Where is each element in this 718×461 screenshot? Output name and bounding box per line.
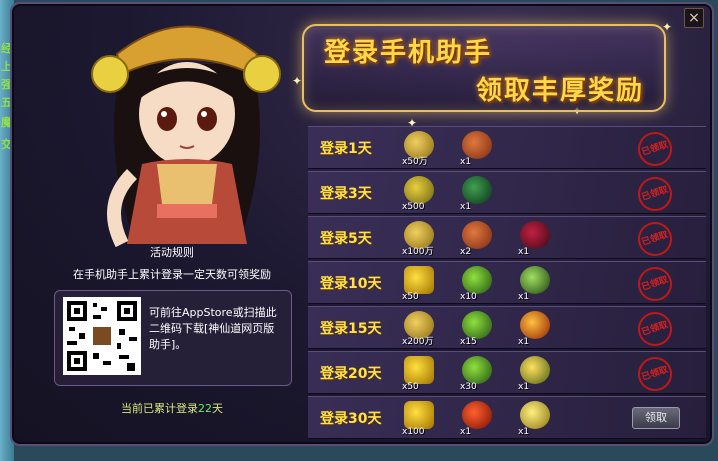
- reward-day-label: 登录1天: [320, 141, 372, 157]
- promo-banner: 登录手机助手 领取丰厚奖励: [302, 24, 666, 112]
- qr-code-icon: [63, 297, 141, 375]
- coin-icon[interactable]: x50万: [402, 131, 436, 167]
- banner-line-2: 领取丰厚奖励: [475, 76, 644, 106]
- claimed-stamp: 已领取: [633, 307, 677, 351]
- roast-meat-icon[interactable]: x2: [460, 221, 494, 257]
- item-quantity: x50: [402, 382, 419, 392]
- gold-ingot-icon[interactable]: x50: [402, 266, 436, 302]
- claimed-stamp: 已领取: [633, 352, 677, 396]
- login-progress: 当前已累计登录22天: [52, 400, 292, 416]
- coin-icon[interactable]: x200万: [402, 311, 436, 347]
- reward-row: 登录10天 x50 x10 x1 已领取: [308, 261, 706, 306]
- reward-row: 登录20天 x50 x30 x1 已领取: [308, 351, 706, 396]
- reward-day-label: 登录5天: [320, 231, 372, 247]
- coin-icon[interactable]: x100万: [402, 221, 436, 257]
- claimed-stamp: 已领取: [633, 127, 677, 171]
- leaf-herb-icon[interactable]: x1: [460, 176, 494, 212]
- reward-row: 登录1天 x50万 x1 已领取: [308, 126, 706, 171]
- item-quantity: x100万: [402, 247, 434, 257]
- yin-yang-icon[interactable]: x10: [460, 266, 494, 302]
- close-button[interactable]: ×: [684, 8, 704, 28]
- item-quantity: x200万: [402, 337, 434, 347]
- item-quantity: x1: [460, 157, 472, 167]
- banner-line-1: 登录手机助手: [324, 38, 493, 68]
- qr-description: 可前往AppStore或扫描此二维码下载[神仙道网页版助手]。: [149, 306, 277, 351]
- rules-description: 在手机助手上累计登录一定天数可领奖励: [73, 268, 271, 281]
- reward-row: 登录5天 x100万 x2 x1 已领取: [308, 216, 706, 261]
- claimed-stamp: 已领取: [633, 262, 677, 306]
- gold-ingot-icon[interactable]: x50: [402, 356, 436, 392]
- item-quantity: x1: [518, 247, 530, 257]
- fire-egg-icon[interactable]: x1: [518, 311, 552, 347]
- claim-button[interactable]: 领取: [632, 407, 680, 429]
- progress-days: 22: [198, 402, 212, 415]
- item-quantity: x500: [402, 202, 425, 212]
- claimed-stamp: 已领取: [633, 172, 677, 216]
- item-quantity: x10: [460, 292, 477, 302]
- login-reward-dialog: × ✦ ✦ ✦ ✦ 登录手机助手 领取丰厚奖励: [10, 2, 714, 446]
- gold-orb-icon[interactable]: x1: [518, 401, 552, 437]
- progress-suffix: 天: [212, 402, 223, 415]
- item-quantity: x30: [460, 382, 477, 392]
- item-quantity: x50: [402, 292, 419, 302]
- treasure-bowl-icon[interactable]: x1: [518, 356, 552, 392]
- reward-day-label: 登录20天: [320, 366, 382, 382]
- qr-panel: 可前往AppStore或扫描此二维码下载[神仙道网页版助手]。: [54, 290, 292, 386]
- sparkle: ✦: [292, 74, 303, 88]
- reward-day-label: 登录3天: [320, 186, 372, 202]
- item-quantity: x1: [460, 202, 472, 212]
- rules-title: 活动规则: [150, 246, 194, 259]
- gold-ingot-icon[interactable]: x100: [402, 401, 436, 437]
- progress-prefix: 当前已累计登录: [121, 402, 198, 415]
- item-quantity: x100: [402, 427, 425, 437]
- roast-meat-icon[interactable]: x1: [460, 131, 494, 167]
- yin-yang-icon[interactable]: x15: [460, 311, 494, 347]
- item-quantity: x1: [518, 382, 530, 392]
- coin-icon[interactable]: x500: [402, 176, 436, 212]
- red-chest-icon[interactable]: x1: [460, 401, 494, 437]
- reward-day-label: 登录10天: [320, 276, 382, 292]
- berry-bowl-icon[interactable]: x1: [518, 221, 552, 257]
- character-illustration: [91, 25, 281, 248]
- green-gem-icon[interactable]: x1: [518, 266, 552, 302]
- item-quantity: x15: [460, 337, 477, 347]
- item-quantity: x1: [518, 292, 530, 302]
- reward-list: 登录1天 x50万 x1 已领取 登录3天 x500 x1 已领取 登录5天 x…: [308, 126, 706, 441]
- claimed-stamp: 已领取: [633, 217, 677, 261]
- reward-row: 登录30天 x100 x1 x1 领取: [308, 396, 706, 439]
- reward-row: 登录15天 x200万 x15 x1 已领取: [308, 306, 706, 351]
- reward-day-label: 登录15天: [320, 321, 382, 337]
- reward-row: 登录3天 x500 x1 已领取: [308, 171, 706, 216]
- item-quantity: x50万: [402, 157, 428, 167]
- yin-yang-icon[interactable]: x30: [460, 356, 494, 392]
- item-quantity: x1: [518, 427, 530, 437]
- reward-day-label: 登录30天: [320, 411, 382, 427]
- item-quantity: x1: [518, 337, 530, 347]
- item-quantity: x1: [460, 427, 472, 437]
- item-quantity: x2: [460, 247, 472, 257]
